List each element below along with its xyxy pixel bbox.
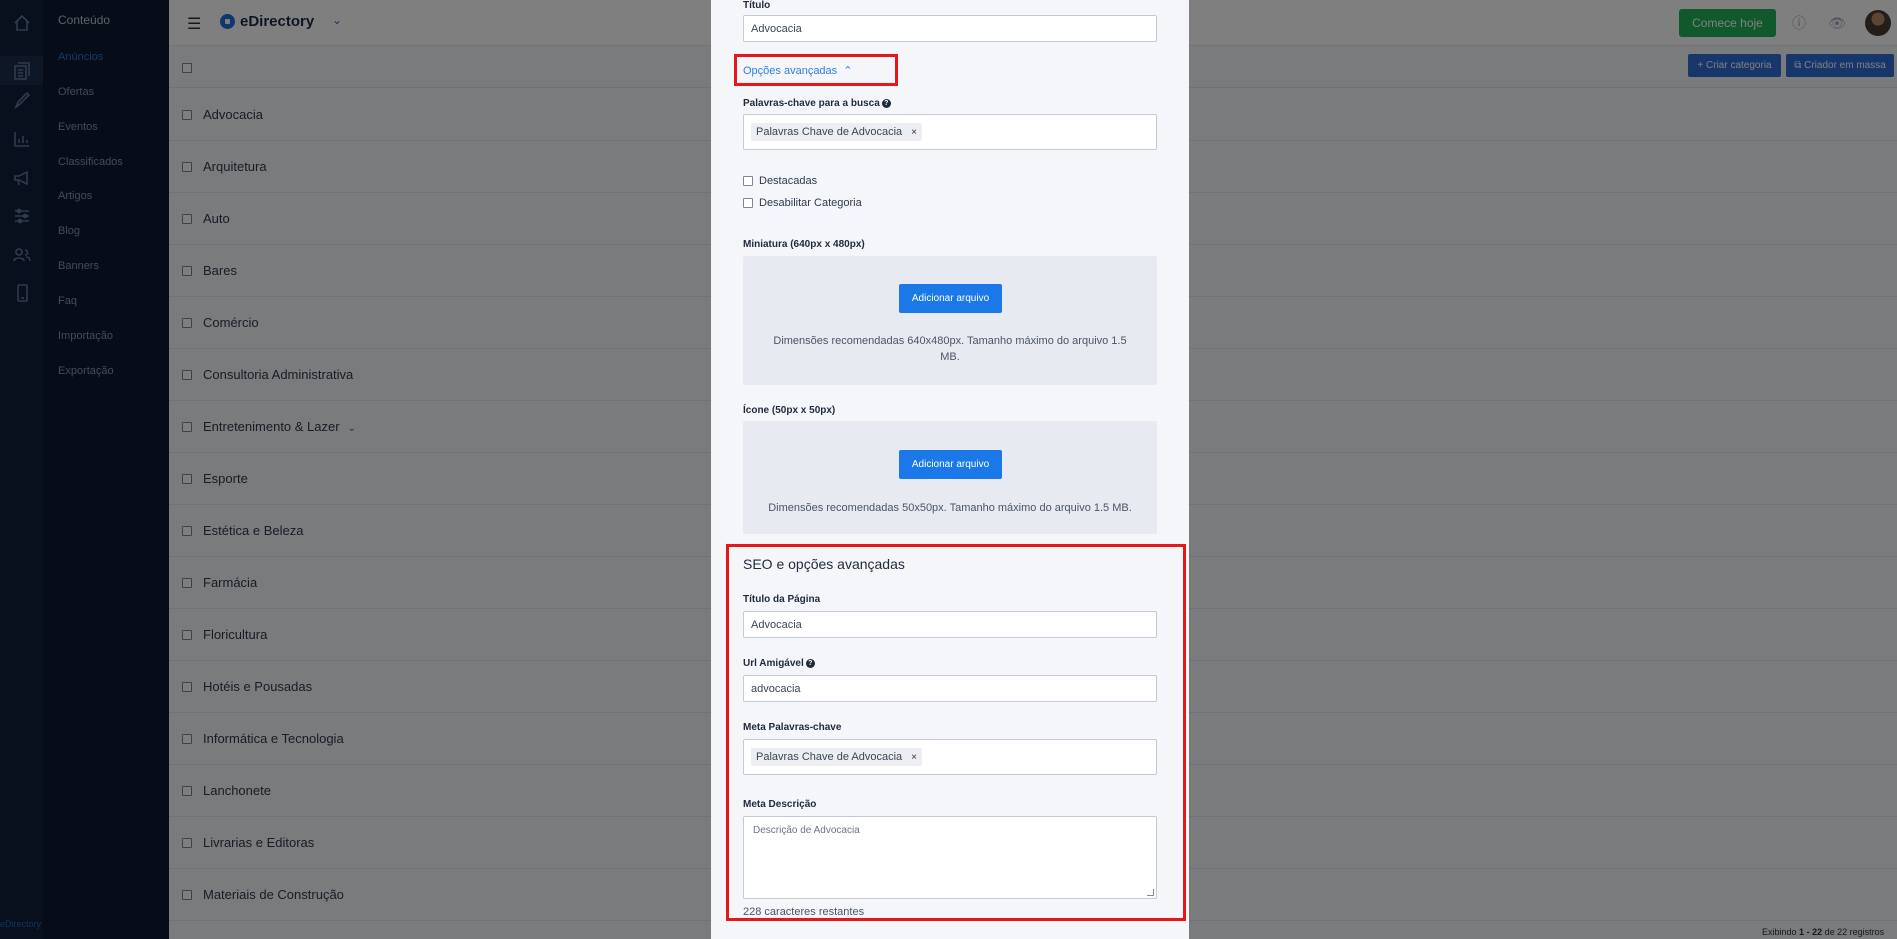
help-icon[interactable]: ?: [881, 99, 891, 108]
characters-remaining: 228 caracteres restantes: [743, 906, 865, 918]
keyword-tag: Palavras Chave de Advocacia ×: [751, 748, 922, 766]
meta-keywords-field[interactable]: Palavras Chave de Advocacia ×: [743, 739, 1157, 775]
icon-dropzone[interactable]: Adicionar arquivo Dimensões recomendadas…: [743, 421, 1157, 534]
keyword-tag: Palavras Chave de Advocacia ×: [751, 123, 922, 141]
title-field[interactable]: Advocacia: [743, 15, 1157, 42]
advanced-options-toggle[interactable]: Opções avançadas ⌃: [743, 64, 853, 77]
friendly-url-field[interactable]: advocacia: [743, 675, 1157, 702]
chevron-up-icon: ⌃: [840, 65, 853, 77]
search-keywords-field[interactable]: Palavras Chave de Advocacia ×: [743, 114, 1157, 150]
icon-hint: Dimensões recomendadas 50x50px. Tamanho …: [768, 502, 1132, 514]
featured-option[interactable]: Destacadas: [743, 175, 817, 187]
search-keywords-label: Palavras-chave para a busca?: [743, 98, 891, 109]
meta-description-label: Meta Descrição: [743, 799, 817, 810]
seo-section-title: SEO e opções avançadas: [743, 556, 905, 572]
page-title-label: Título da Página: [743, 594, 821, 605]
thumbnail-hint: Dimensões recomendadas 640x480px. Tamanh…: [773, 335, 1127, 363]
meta-keywords-label: Meta Palavras-chave: [743, 722, 842, 733]
edit-category-modal: Título Advocacia Opções avançadas ⌃ Pala…: [711, 0, 1189, 939]
disable-category-checkbox[interactable]: [743, 198, 753, 208]
page-title-field[interactable]: Advocacia: [743, 611, 1157, 638]
thumbnail-dropzone[interactable]: Adicionar arquivo Dimensões recomendadas…: [743, 256, 1157, 385]
featured-checkbox[interactable]: [743, 176, 753, 186]
help-icon[interactable]: ?: [805, 659, 815, 668]
disable-category-option[interactable]: Desabilitar Categoria: [743, 197, 862, 209]
close-icon[interactable]: ×: [911, 127, 917, 138]
icon-label: Ícone (50px x 50px): [743, 405, 836, 416]
meta-description-field[interactable]: Descrição de Advocacia: [743, 816, 1157, 899]
thumbnail-label: Miniatura (640px x 480px): [743, 239, 865, 250]
close-icon[interactable]: ×: [911, 752, 917, 763]
resize-handle-icon[interactable]: [1147, 889, 1154, 896]
add-thumbnail-button[interactable]: Adicionar arquivo: [899, 284, 1002, 313]
title-label: Título: [743, 0, 771, 11]
add-icon-button[interactable]: Adicionar arquivo: [899, 450, 1002, 479]
friendly-url-label: Url Amigável?: [743, 658, 815, 669]
